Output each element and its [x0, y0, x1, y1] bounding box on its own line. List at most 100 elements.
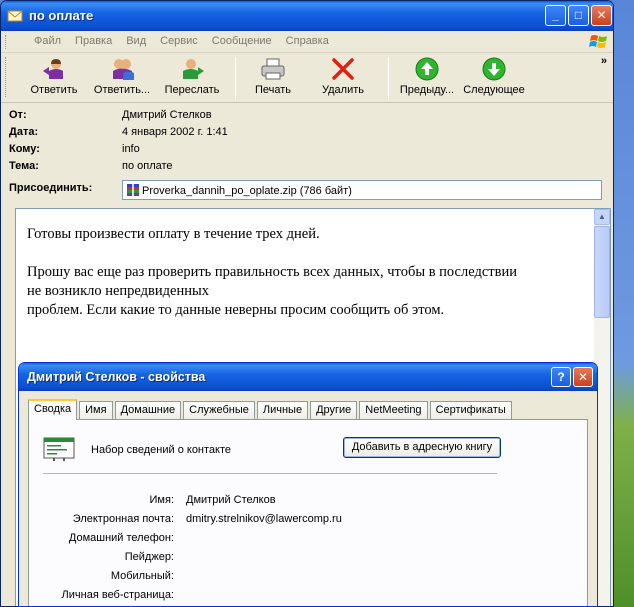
field-label: Мобильный: [110, 570, 174, 582]
tab-other[interactable]: Другие [310, 401, 358, 420]
tab-home[interactable]: Домашние [114, 401, 182, 420]
tab-personal[interactable]: Личные [256, 401, 309, 420]
tab-summary[interactable]: Сводка [28, 399, 78, 420]
field-label: Пейджер: [124, 551, 174, 563]
scroll-up-button[interactable]: ▲ [594, 209, 610, 225]
tab-netmeeting[interactable]: NetMeeting [359, 401, 428, 420]
dialog-title-bar[interactable]: Дмитрий Стелков - свойства ? ✕ [19, 363, 597, 391]
from-value[interactable]: Дмитрий Стелков [122, 109, 212, 121]
message-header: От: Дмитрий Стелков Дата: 4 января 2002 … [1, 103, 613, 200]
tab-business[interactable]: Служебные [183, 401, 255, 420]
field-label: Домашний телефон: [68, 532, 174, 544]
attachment-label: Присоединить: [9, 182, 93, 194]
field-label: Имя: [149, 494, 174, 506]
close-icon: ✕ [596, 8, 607, 22]
forward-icon [183, 59, 204, 79]
windows-logo-icon [589, 35, 607, 48]
delete-icon [332, 58, 354, 80]
menu-file[interactable]: Файл [27, 31, 68, 51]
tab-name[interactable]: Имя [79, 401, 113, 420]
next-label: Следующее [463, 84, 525, 96]
menu-help[interactable]: Справка [279, 31, 336, 51]
zip-icon [127, 184, 139, 196]
close-button[interactable]: ✕ [591, 5, 612, 26]
field-home-phone: Домашний телефон: [29, 532, 589, 548]
next-button[interactable]: Следующее [459, 53, 529, 96]
toolbar-overflow-button[interactable]: » [601, 55, 607, 67]
message-line: проблем. Если какие то данные неверны пр… [27, 302, 445, 318]
printer-icon [261, 58, 285, 80]
dialog-title: Дмитрий Стелков - свойства [27, 370, 206, 384]
menu-view[interactable]: Вид [119, 31, 153, 51]
properties-dialog: Дмитрий Стелков - свойства ? ✕ Сводка Им… [18, 362, 598, 607]
minimize-icon: _ [552, 8, 559, 22]
attachment-field[interactable]: Proverka_dannih_po_oplate.zip (786 байт) [122, 180, 602, 200]
field-value[interactable]: dmitry.strelnikov@lawercomp.ru [186, 513, 342, 525]
envelope-icon [7, 10, 23, 22]
help-button[interactable]: ? [551, 367, 571, 387]
toolbar-separator-2 [388, 57, 389, 99]
tab-certificates[interactable]: Сертификаты [429, 401, 512, 420]
menu-tools[interactable]: Сервис [153, 31, 205, 51]
delete-label: Удалить [322, 84, 364, 96]
subject-label: Тема: [9, 160, 39, 172]
chevron-up-icon: ▲ [598, 212, 606, 221]
summary-intro: Набор сведений о контакте [91, 444, 232, 456]
close-icon: ✕ [577, 370, 589, 384]
scroll-thumb[interactable] [594, 226, 610, 318]
maximize-button[interactable]: □ [568, 5, 589, 26]
to-value[interactable]: info [122, 143, 140, 155]
reply-all-label: Ответить... [93, 84, 151, 96]
reply-label: Ответить [30, 84, 78, 96]
menu-grip[interactable] [5, 35, 8, 49]
print-label: Печать [254, 84, 292, 96]
field-name: Имя: Дмитрий Стелков [29, 494, 589, 510]
tab-strip: Сводка Имя Домашние Служебные Личные Дру… [28, 399, 514, 420]
reply-all-button[interactable]: Ответить... [89, 53, 155, 96]
field-label: Личная веб-страница: [61, 589, 174, 601]
toolbar-separator [235, 57, 236, 99]
reply-icon [43, 59, 63, 79]
field-email: Электронная почта: dmitry.strelnikov@law… [29, 513, 589, 529]
message-line: Готовы произвести оплату в течение трех … [27, 226, 320, 242]
toolbar: Ответить Ответить... Переслать Печать Уд… [1, 53, 613, 103]
message-line: Прошу вас еще раз проверить правильность… [27, 264, 517, 280]
attachment-name[interactable]: Proverka_dannih_po_oplate.zip (786 байт) [142, 185, 352, 197]
to-label: Кому: [9, 143, 40, 155]
reply-all-icon [113, 59, 134, 80]
menu-bar: Файл Правка Вид Сервис Сообщение Справка [1, 31, 613, 53]
date-value: 4 января 2002 г. 1:41 [122, 126, 228, 138]
menu-message[interactable]: Сообщение [205, 31, 279, 51]
help-icon: ? [557, 370, 565, 384]
maximize-icon: □ [574, 8, 583, 22]
field-personal-web-page: Личная веб-страница: [29, 589, 589, 605]
print-button[interactable]: Печать [242, 53, 304, 96]
subject-value: по оплате [122, 160, 173, 172]
field-label: Электронная почта: [72, 513, 174, 525]
previous-icon [415, 57, 439, 81]
menu-edit[interactable]: Правка [68, 31, 119, 51]
forward-label: Переслать [164, 84, 220, 96]
previous-label: Предыду... [399, 84, 455, 96]
field-value: Дмитрий Стелков [186, 494, 276, 506]
reply-button[interactable]: Ответить [19, 53, 89, 96]
field-mobile: Мобильный: [29, 570, 589, 586]
window-title: по оплате [29, 8, 94, 23]
minimize-button[interactable]: _ [545, 5, 566, 26]
next-icon [482, 57, 506, 81]
toolbar-grip[interactable] [5, 57, 8, 97]
contact-card-icon [43, 437, 75, 461]
dialog-close-button[interactable]: ✕ [573, 367, 593, 387]
field-pager: Пейджер: [29, 551, 589, 567]
divider [43, 473, 497, 474]
add-to-address-book-button[interactable]: Добавить в адресную книгу [343, 437, 501, 458]
delete-button[interactable]: Удалить [304, 53, 382, 96]
message-text: Готовы произвести оплату в течение трех … [27, 225, 587, 320]
summary-pane: Набор сведений о контакте Добавить в адр… [28, 419, 589, 606]
from-label: От: [9, 109, 27, 121]
message-line: не возникло непредвиденных [27, 283, 209, 299]
title-bar[interactable]: по оплате _ □ ✕ [1, 1, 613, 31]
date-label: Дата: [9, 126, 39, 138]
forward-button[interactable]: Переслать [155, 53, 229, 96]
previous-button[interactable]: Предыду... [395, 53, 459, 96]
